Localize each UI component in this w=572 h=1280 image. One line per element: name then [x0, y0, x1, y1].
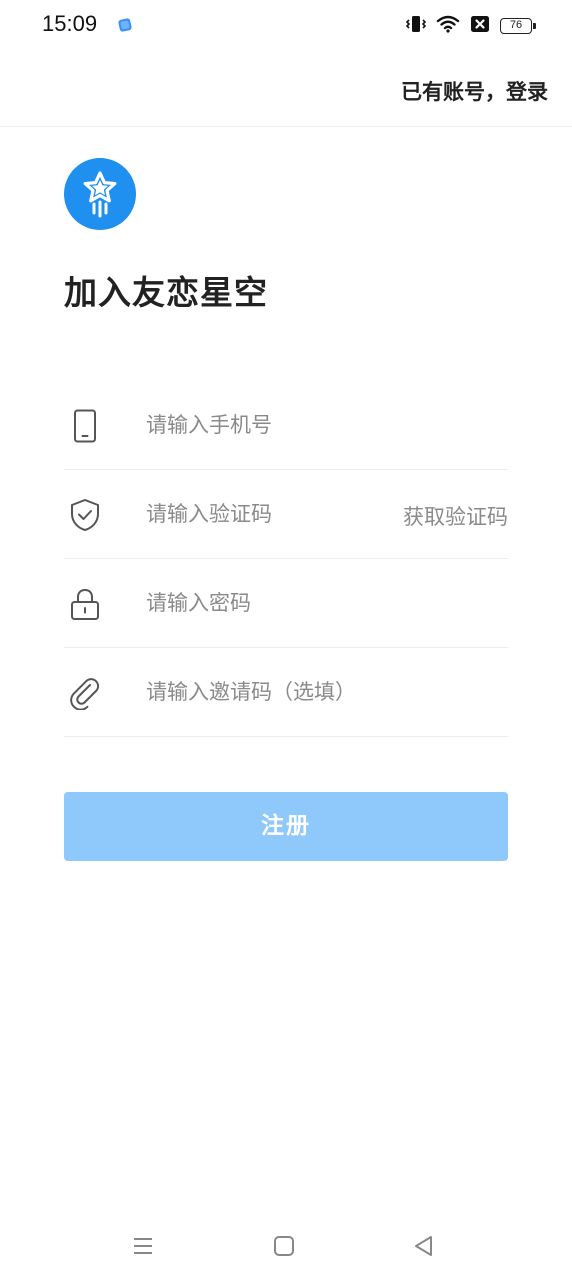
- home-icon[interactable]: [270, 1232, 298, 1260]
- menu-icon[interactable]: [129, 1232, 157, 1260]
- password-row: [64, 559, 508, 648]
- login-link[interactable]: 已有账号，登录: [401, 76, 548, 106]
- vibrate-icon: [405, 14, 427, 38]
- phone-input[interactable]: [146, 405, 386, 445]
- battery-icon: 76: [500, 18, 536, 34]
- phone-row: [64, 381, 508, 470]
- top-bar: 已有账号，登录: [0, 52, 572, 127]
- system-nav-bar: [0, 1218, 572, 1280]
- wifi-icon: [436, 14, 460, 38]
- paperclip-icon: [68, 676, 102, 711]
- page-title: 加入友恋星空: [64, 273, 268, 312]
- invite-input[interactable]: [146, 672, 486, 712]
- lock-icon: [68, 587, 102, 621]
- invite-row: [64, 648, 508, 737]
- code-input[interactable]: [146, 494, 386, 534]
- status-bar: 15:09 76: [0, 0, 572, 52]
- code-row: 获取验证码: [64, 470, 508, 559]
- get-code-button[interactable]: 获取验证码: [403, 501, 508, 531]
- app-notification-icon: [117, 17, 133, 33]
- register-button[interactable]: 注册: [64, 792, 508, 861]
- shield-check-icon: [68, 498, 102, 532]
- back-icon[interactable]: [410, 1232, 438, 1260]
- status-icons: 76: [405, 13, 536, 39]
- status-time: 15:09: [42, 11, 98, 36]
- password-input[interactable]: [146, 583, 386, 623]
- star-rocket-logo-icon: [64, 158, 136, 230]
- phone-icon: [68, 409, 102, 443]
- sim-blocked-icon: [470, 15, 490, 37]
